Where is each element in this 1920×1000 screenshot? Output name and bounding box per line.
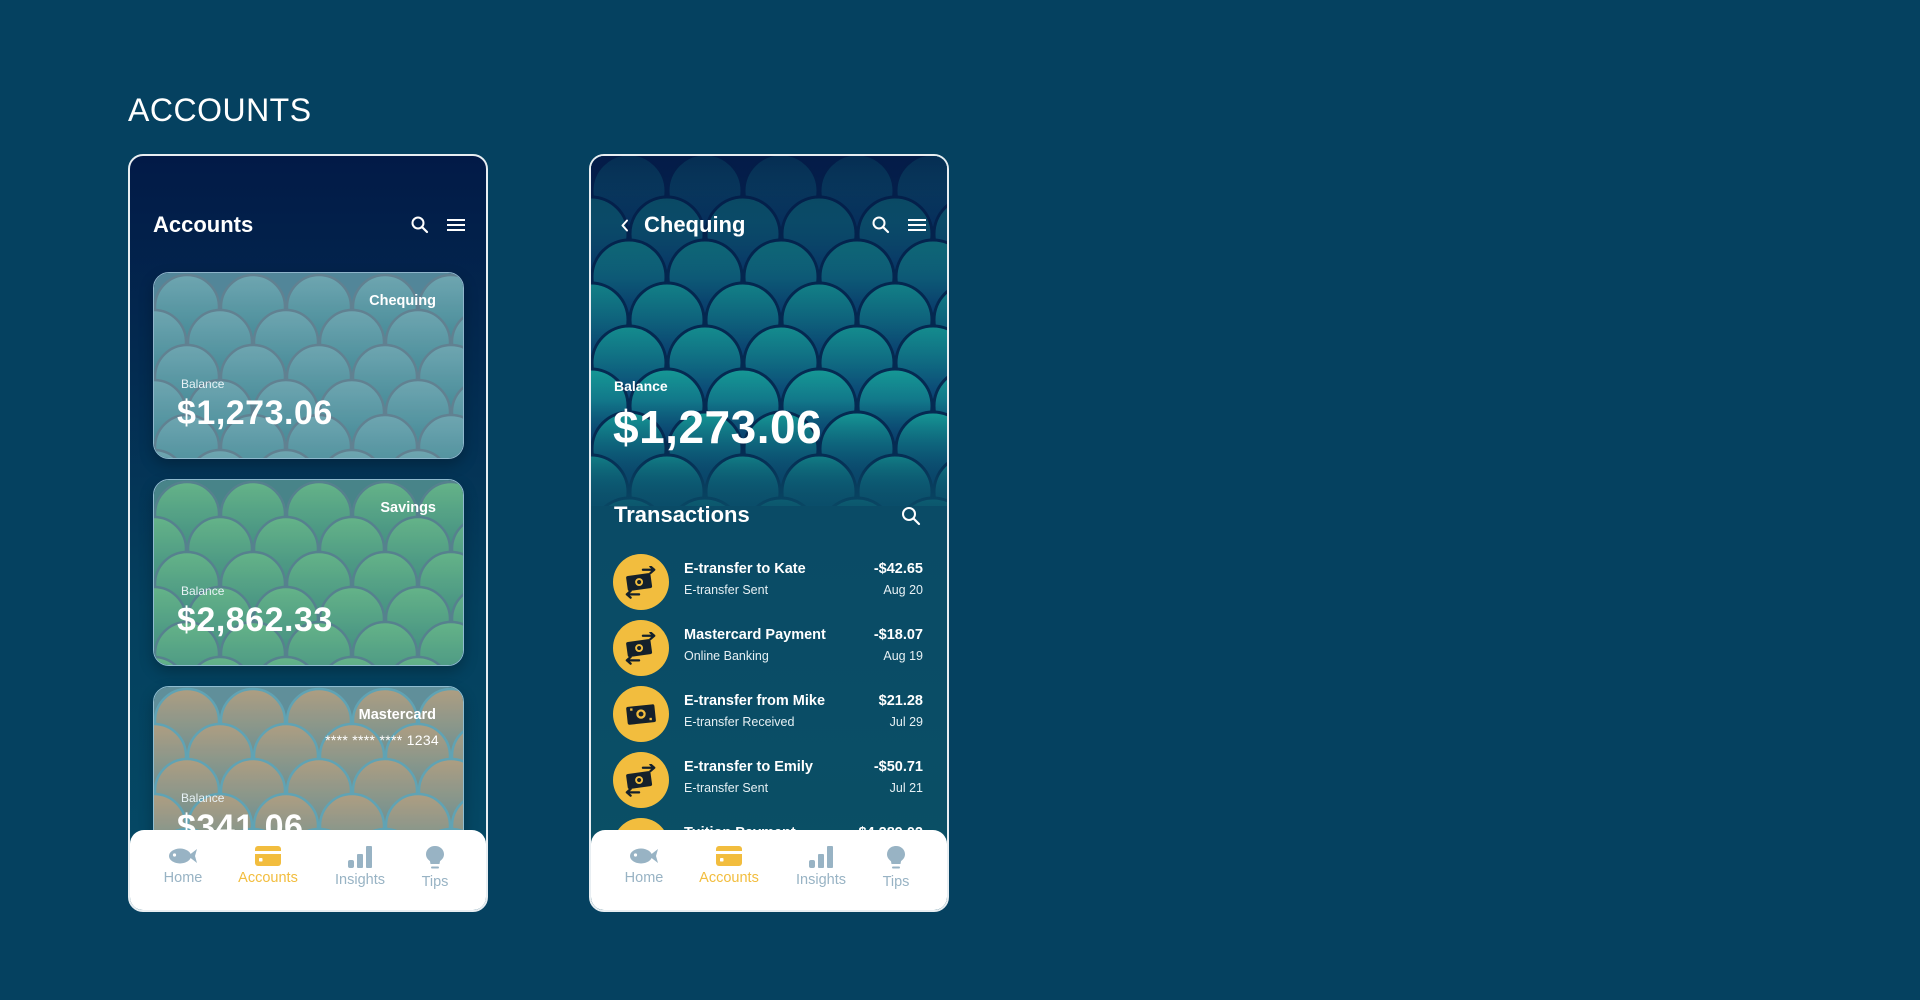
transaction-date: Aug 19 [883,649,923,663]
account-name: Chequing [369,293,436,309]
transaction-amount: -$42.65 [873,561,923,577]
balance-label: Balance [181,584,225,598]
transaction-row[interactable]: Mastercard Payment Online Banking -$18.07 A… [591,617,947,677]
nav-label: Tips [882,874,910,890]
transaction-title: Mastercard Payment [684,627,826,643]
transaction-title: E-transfer from Mike [684,693,826,709]
transaction-subtitle: E-transfer Sent [684,781,769,795]
lightbulb-icon [426,846,444,869]
balance-amount: $1,273.06 [613,401,823,453]
account-name: Savings [380,500,436,516]
transaction-date: Jul 29 [889,715,923,729]
transaction-subtitle: E-transfer Received [684,715,795,729]
balance-amount: $2,862.33 [177,601,333,639]
bar-chart-icon [809,846,833,868]
fish-icon [169,848,197,864]
transaction-row[interactable]: E-transfer to Emily E-transfer Sent -$50.7… [591,749,947,809]
chevron-left-icon[interactable] [620,219,630,232]
fish-icon [630,848,658,864]
hamburger-menu-icon[interactable] [446,215,466,235]
credit-card-icon [255,846,281,866]
transaction-subtitle: Online Banking [684,649,769,663]
screen-title: Chequing [644,212,746,237]
hamburger-menu-icon[interactable] [907,215,927,235]
nav-item-insights[interactable]: Insights [320,846,400,888]
search-icon[interactable] [871,215,891,235]
nav-item-insights[interactable]: Insights [781,846,861,888]
search-icon[interactable] [900,505,922,527]
transaction-title: E-transfer to Kate [684,561,806,577]
transaction-icon-badge [613,554,669,610]
bottom-nav: Home Accounts Insights Tips [130,830,486,910]
balance-amount: $1,273.06 [177,394,333,432]
money-transfer-icon [625,632,656,665]
nav-label: Home [624,870,664,886]
money-transfer-icon [625,566,656,599]
credit-card-icon [716,846,742,866]
nav-item-home[interactable]: Home [604,846,684,886]
page-title: ACCOUNTS [128,92,312,128]
transaction-icon-badge [613,686,669,742]
nav-label: Insights [335,872,385,888]
nav-label: Tips [421,874,449,890]
transaction-icon-badge [613,620,669,676]
transaction-date: Aug 20 [883,583,923,597]
nav-label: Insights [796,872,846,888]
nav-label: Accounts [699,870,759,886]
transaction-subtitle: E-transfer Sent [684,583,769,597]
card-number: **** **** **** 1234 [325,732,439,748]
transaction-amount: -$18.07 [873,627,923,643]
account-card-chequing[interactable]: Chequing Balance $1,273.06 [153,272,464,459]
chequing-screen: Chequing Balance $1,273.06 Transactions … [589,154,949,912]
transaction-amount: $21.28 [878,693,923,709]
nav-item-accounts[interactable]: Accounts [689,846,769,886]
transaction-icon-badge [613,752,669,808]
nav-item-home[interactable]: Home [143,846,223,886]
app-header: Chequing [591,210,947,240]
balance-label: Balance [614,378,668,394]
nav-item-accounts[interactable]: Accounts [228,846,308,886]
money-transfer-icon [625,764,656,797]
transaction-row[interactable]: E-transfer from Mike E-transfer Received $… [591,683,947,743]
screen-title: Accounts [153,212,254,237]
app-header: Accounts [130,210,486,240]
transaction-row[interactable]: E-transfer to Kate E-transfer Sent -$42.65… [591,551,947,611]
nav-item-tips[interactable]: Tips [395,846,475,890]
money-icon [626,704,656,725]
search-icon[interactable] [410,215,430,235]
lightbulb-icon [887,846,905,869]
nav-label: Accounts [238,870,298,886]
transaction-amount: -$50.71 [873,759,923,775]
bottom-nav: Home Accounts Insights Tips [591,830,947,910]
transaction-title: E-transfer to Emily [684,759,813,775]
balance-label: Balance [181,377,225,391]
transaction-date: Jul 21 [889,781,923,795]
transactions-heading: Transactions [614,502,750,527]
bar-chart-icon [348,846,372,868]
account-card-savings[interactable]: Savings Balance $2,862.33 [153,479,464,666]
account-name: Mastercard [358,707,436,723]
balance-label: Balance [181,791,225,805]
nav-item-tips[interactable]: Tips [856,846,936,890]
accounts-screen: Accounts Chequing Balance $1,273.06 Savi… [128,154,488,912]
nav-label: Home [163,870,203,886]
